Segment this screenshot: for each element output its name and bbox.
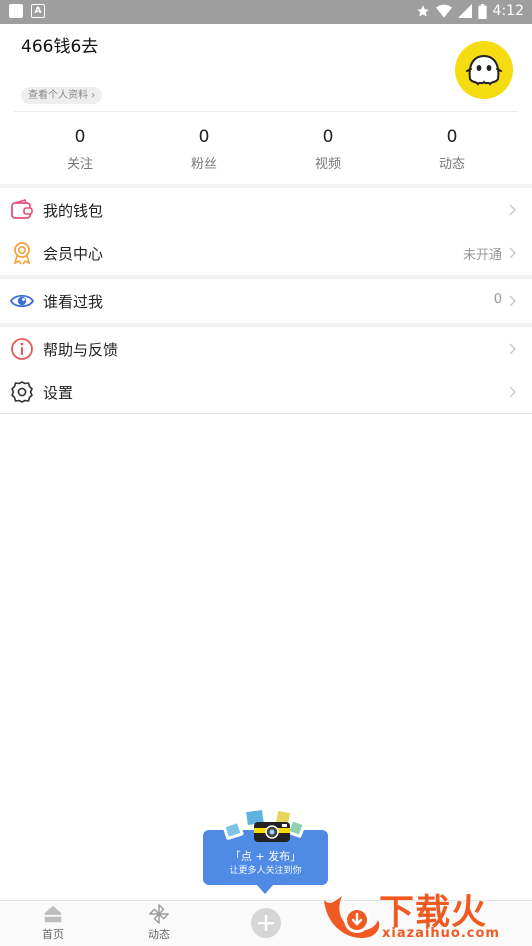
nav-feed[interactable]: 动态 — [129, 903, 189, 942]
menu-item-help[interactable]: 帮助与反馈 — [0, 327, 532, 371]
info-icon — [11, 338, 33, 360]
camera-photos-icon — [222, 806, 306, 842]
menu-item-settings[interactable]: 设置 — [0, 370, 532, 414]
vip-status: 未开通 — [462, 248, 502, 263]
nav-label: 首页 — [42, 928, 64, 941]
notification-badge-icon: A — [31, 4, 45, 18]
stat-label: 视频 — [314, 157, 341, 172]
stat-value: 0 — [446, 127, 458, 147]
home-icon — [44, 905, 62, 923]
stat-label: 关注 — [66, 157, 93, 172]
view-profile-link[interactable]: 查看个人资料 › — [21, 87, 103, 104]
pinwheel-icon — [149, 904, 169, 924]
nav-label: 动态 — [148, 928, 170, 941]
menu-item-label: 我的钱包 — [43, 202, 104, 220]
visitor-count: 0 — [493, 292, 502, 307]
eye-icon — [10, 294, 34, 308]
username: 466钱6去 — [21, 37, 99, 57]
gear-icon — [11, 381, 33, 403]
tooltip-arrow — [256, 884, 274, 894]
medal-icon — [13, 242, 31, 265]
chevron-right-icon — [509, 295, 516, 307]
chevron-right-icon — [509, 386, 516, 398]
chevron-right-icon — [509, 247, 516, 259]
menu-item-vip[interactable]: 会员中心 未开通 — [0, 231, 532, 275]
nav-home[interactable]: 首页 — [23, 903, 83, 942]
stat-label: 粉丝 — [190, 157, 217, 172]
plus-icon — [251, 908, 281, 938]
battery-icon — [477, 3, 487, 19]
stat-value: 0 — [322, 127, 334, 147]
chevron-right-icon — [509, 204, 516, 216]
stat-fans[interactable]: 0 粉丝 — [159, 126, 249, 172]
avatar[interactable] — [455, 41, 513, 99]
menu-item-label: 谁看过我 — [43, 293, 104, 311]
signal-icon — [457, 4, 472, 18]
tooltip-title: 「点 + 发布」 — [229, 850, 302, 863]
watermark-url: xiazaihuo.com — [382, 926, 500, 941]
stat-label: 动态 — [438, 157, 465, 172]
menu-item-label: 设置 — [43, 384, 74, 402]
stat-value: 0 — [74, 127, 86, 147]
stats-bar: 0 关注 0 粉丝 0 视频 0 动态 — [0, 126, 532, 176]
chevron-right-icon — [509, 343, 516, 355]
menu-item-label: 会员中心 — [43, 245, 104, 263]
stat-posts[interactable]: 0 动态 — [407, 126, 497, 172]
wallet-icon — [11, 199, 33, 219]
profile-header: 466钱6去 查看个人资料 › 0 关注 0 粉丝 0 视频 0 动态 — [0, 24, 532, 184]
stat-value: 0 — [198, 127, 210, 147]
divider — [14, 111, 518, 112]
tooltip-subtitle: 让更多人关注到你 — [229, 866, 302, 876]
menu-item-visitors[interactable]: 谁看过我 0 — [0, 279, 532, 323]
stat-videos[interactable]: 0 视频 — [283, 126, 373, 172]
status-bar: A 4:12 — [0, 0, 532, 24]
nav-publish[interactable] — [236, 907, 296, 939]
menu-item-label: 帮助与反馈 — [43, 341, 119, 359]
ghost-avatar-icon — [466, 54, 502, 86]
wifi-icon — [435, 4, 452, 18]
stat-following[interactable]: 0 关注 — [35, 126, 125, 172]
menu-item-wallet[interactable]: 我的钱包 — [0, 188, 532, 232]
notification-icon — [9, 4, 23, 18]
clock: 4:12 — [492, 3, 524, 19]
divider — [0, 413, 532, 414]
star-icon — [416, 5, 429, 17]
